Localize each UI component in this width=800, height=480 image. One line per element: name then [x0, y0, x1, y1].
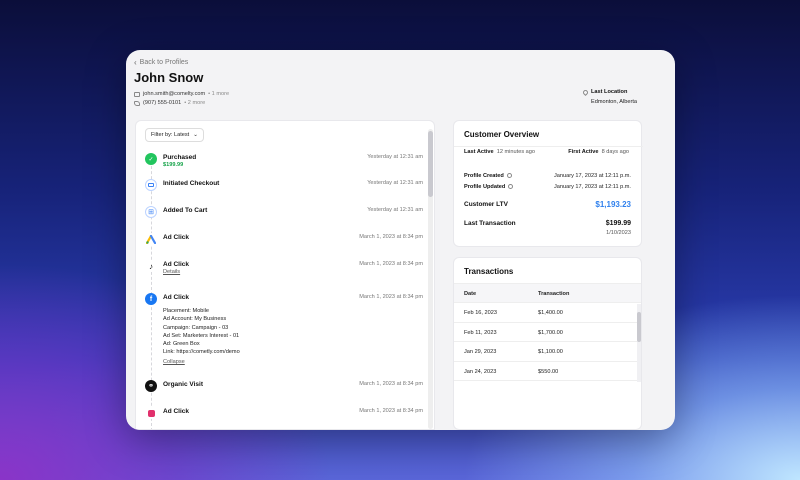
filter-dropdown[interactable]: Filter by: Latest ⌄ — [145, 128, 204, 142]
scrollbar-thumb[interactable] — [428, 131, 433, 197]
column-transaction[interactable]: Transaction — [538, 291, 569, 297]
detail-line: Placement: Mobile — [163, 308, 210, 314]
cell-amount: $1,400.00 — [538, 310, 563, 316]
last-active-value: 12 minutes ago — [496, 149, 535, 155]
event-amount: $199.99 — [163, 162, 184, 168]
event-time: Yesterday at 12:31 am — [367, 154, 423, 160]
detail-line: Ad: Green Box — [163, 341, 200, 348]
back-to-profiles-link[interactable]: ‹ Back to Profiles — [134, 58, 188, 67]
event-title: Ad Click — [163, 294, 190, 301]
last-transaction-value: $199.99 — [605, 220, 631, 227]
card-icon — [145, 179, 157, 191]
facebook-icon: f — [145, 293, 157, 305]
cart-icon: ⊞ — [145, 206, 157, 218]
ltv-value: $1,193.23 — [595, 200, 631, 209]
overview-title: Customer Overview — [464, 130, 540, 139]
last-transaction-label: Last Transaction — [464, 220, 516, 227]
event-time: March 1, 2023 at 8:34 pm — [359, 408, 423, 414]
profile-created-value: January 17, 2023 at 12:11 p.m. — [553, 173, 631, 179]
location-label: Last Location — [591, 89, 628, 95]
collapse-link[interactable]: Collapse — [163, 358, 240, 366]
first-active-value: 8 days ago — [601, 149, 629, 155]
info-icon[interactable] — [508, 184, 514, 190]
event-title: Added To Cart — [163, 207, 208, 214]
ltv-label: Customer LTV — [464, 201, 508, 208]
cell-amount: $1,100.00 — [538, 349, 563, 355]
phone-value[interactable]: (907) 555-0101 — [143, 100, 181, 106]
transactions-card: Transactions Date Transaction Feb 16, 20… — [453, 257, 642, 430]
event-time: Yesterday at 12:31 am — [367, 180, 423, 186]
profile-updated-text: Profile Updated — [464, 184, 506, 190]
cell-date: Jan 24, 2023 — [464, 368, 497, 375]
last-transaction-date: 1/10/2023 — [606, 230, 631, 236]
profile-updated-value: January 17, 2023 at 12:11 p.m. — [553, 184, 631, 190]
link-icon: ⚭ — [145, 380, 157, 392]
profile-created-text: Profile Created — [464, 173, 504, 179]
table-row[interactable]: Feb 11, 2023 $1,700.00 — [454, 323, 637, 342]
profile-name: John Snow — [134, 70, 204, 85]
info-icon[interactable] — [506, 173, 512, 179]
detail-line: Link: https://cometly.com/demo — [163, 349, 240, 356]
location-value: Edmonton, Alberta — [591, 99, 638, 105]
cell-amount: $550.00 — [538, 368, 559, 375]
event-time: March 1, 2023 at 8:34 pm — [359, 234, 423, 240]
event-time: March 1, 2023 at 8:34 pm — [359, 261, 423, 267]
event-title: Initiated Checkout — [163, 180, 220, 187]
details-link[interactable]: Details — [163, 269, 180, 275]
first-active-label: First Active — [568, 149, 599, 155]
contact-email: john.smith@comelty.com • 1 more — [134, 91, 229, 97]
detail-line: Ad Set: Marketers Interest - 01 — [163, 332, 240, 339]
column-date[interactable]: Date — [464, 291, 476, 297]
event-time: March 1, 2023 at 8:34 pm — [359, 294, 423, 300]
phone-more[interactable]: • 2 more — [184, 100, 205, 106]
location-pin-icon — [581, 88, 590, 96]
event-time: Yesterday at 12:31 am — [367, 207, 423, 213]
scrollbar-thumb[interactable] — [637, 312, 641, 342]
last-location: Last Location Edmonton, Alberta — [581, 88, 638, 105]
table-row[interactable]: Jan 29, 2023 $1,100.00 — [454, 342, 637, 362]
check-icon: ✓ — [145, 153, 157, 165]
customer-overview-card: Customer Overview Last Active 12 minutes… — [453, 120, 643, 247]
last-active-label: Last Active — [464, 149, 494, 155]
last-active: Last Active 12 minutes ago — [464, 149, 535, 155]
profile-created-label: Profile Created — [464, 173, 512, 179]
profile-window: ‹ Back to Profiles John Snow john.smith@… — [126, 50, 675, 430]
chevron-left-icon: ‹ — [134, 58, 137, 67]
event-title: Ad Click — [163, 234, 190, 241]
event-time: March 1, 2023 at 8:34 pm — [359, 381, 423, 387]
cell-date: Feb 11, 2023 — [464, 329, 497, 336]
filter-label: Filter by: Latest — [151, 132, 190, 138]
back-label: Back to Profiles — [139, 59, 189, 66]
email-value[interactable]: john.smith@comelty.com — [143, 91, 205, 97]
cell-date: Feb 16, 2023 — [464, 310, 497, 316]
table-row[interactable]: Feb 16, 2023 $1,400.00 — [454, 303, 637, 323]
transactions-scrollbar[interactable] — [637, 304, 641, 382]
event-title: Ad Click — [163, 261, 190, 268]
email-more[interactable]: • 1 more — [208, 91, 229, 97]
profile-updated-label: Profile Updated — [464, 184, 514, 190]
table-row[interactable]: Jan 24, 2023 $550.00 — [454, 362, 637, 381]
detail-line: Campaign: Campaign - 03 — [163, 324, 229, 331]
instagram-icon — [145, 407, 157, 419]
cell-date: Jan 29, 2023 — [464, 349, 497, 355]
first-active: First Active 8 days ago — [568, 149, 629, 155]
activity-timeline: Filter by: Latest ⌄ ✓ Purchased $199.99 … — [135, 120, 435, 430]
chevron-down-icon: ⌄ — [193, 132, 198, 138]
contact-phone: (907) 555-0101 • 2 more — [134, 100, 205, 106]
tiktok-icon: ♪ — [145, 260, 157, 272]
ad-details: Placement: Mobile Ad Account: My Busines… — [163, 307, 240, 366]
timeline-scrollbar[interactable] — [428, 129, 433, 429]
transactions-title: Transactions — [464, 267, 514, 276]
event-title: Purchased — [163, 154, 197, 161]
google-ads-icon — [145, 233, 157, 245]
phone-icon — [134, 100, 140, 106]
mail-icon — [134, 91, 140, 97]
event-title: Ad Click — [163, 408, 190, 415]
event-title: Organic Visit — [163, 381, 203, 388]
divider — [454, 146, 643, 147]
table-header: Date Transaction — [454, 283, 641, 303]
detail-line: Ad Account: My Business — [163, 316, 227, 323]
cell-amount: $1,700.00 — [538, 329, 563, 336]
